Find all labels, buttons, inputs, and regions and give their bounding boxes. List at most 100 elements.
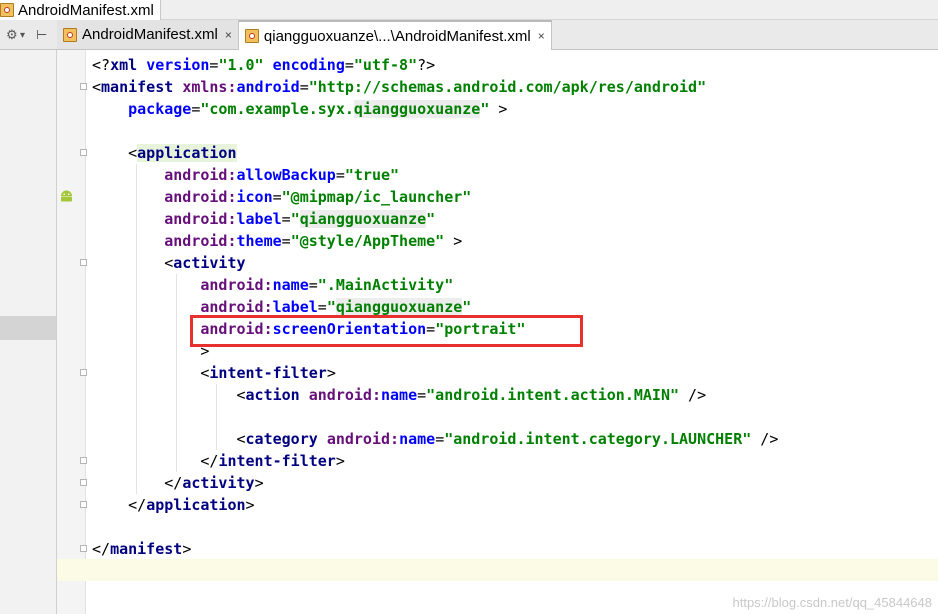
code-token: < (92, 430, 246, 448)
code-token: ".MainActivity" (317, 276, 454, 294)
code-line[interactable]: <manifest xmlns:android="http://schemas.… (92, 76, 706, 98)
code-token: name (399, 430, 436, 448)
xml-file-icon (244, 29, 259, 43)
code-token: android: (164, 210, 237, 228)
code-line[interactable]: android:theme="@style/AppTheme" > (92, 230, 462, 252)
current-line-highlight (57, 559, 938, 581)
side-panel-selected-row[interactable] (0, 316, 56, 340)
code-token: theme (236, 232, 282, 250)
code-line[interactable]: android:label="qiangguoxuanze" (92, 208, 435, 230)
code-token: "@style/AppTheme" (290, 232, 445, 250)
code-token: <? (92, 56, 111, 74)
code-token: " (462, 298, 472, 316)
code-token: xmlns: (182, 78, 237, 96)
code-token: = (281, 232, 291, 250)
code-line[interactable]: android:allowBackup="true" (92, 164, 399, 186)
fold-marker-icon[interactable] (80, 457, 87, 464)
editor-gutter[interactable] (57, 50, 86, 614)
code-token: "com.example.syx. (200, 100, 354, 118)
fold-marker-icon[interactable] (80, 259, 87, 266)
code-token: android: (308, 386, 381, 404)
code-token: > (326, 364, 336, 382)
code-token: = (435, 430, 445, 448)
tab-qiangguoxuanze-android-manifest[interactable]: qiangguoxuanze\...\AndroidManifest.xml × (238, 20, 552, 50)
code-line[interactable]: </intent-filter> (92, 450, 345, 472)
fold-marker-icon[interactable] (80, 545, 87, 552)
code-token: allowBackup (236, 166, 336, 184)
code-token: android (236, 78, 300, 96)
code-token: /> (751, 430, 779, 448)
code-token: manifest (110, 540, 183, 558)
code-token: > (444, 232, 463, 250)
close-icon[interactable]: × (538, 29, 545, 43)
code-token: qiangguoxuanze (335, 298, 463, 316)
code-line[interactable]: <application (92, 142, 237, 164)
code-token: android: (164, 166, 237, 184)
close-icon[interactable]: × (225, 28, 232, 42)
code-token: qiangguoxuanze (353, 100, 481, 118)
code-token: < (92, 364, 210, 382)
code-token: = (299, 78, 309, 96)
watermark: https://blog.csdn.net/qq_45844648 (732, 595, 933, 610)
code-line[interactable]: <category android:name="android.intent.c… (92, 428, 778, 450)
code-line[interactable]: <action android:name="android.intent.act… (92, 384, 706, 406)
fold-marker-icon[interactable] (80, 83, 87, 90)
xml-file-icon (63, 27, 77, 42)
pin-icon[interactable]: ⊢ (36, 24, 47, 46)
code-token: "true" (344, 166, 400, 184)
code-token: < (92, 144, 138, 162)
code-line[interactable]: </application> (92, 494, 254, 516)
code-token: application (137, 144, 237, 162)
code-line[interactable]: </activity> (92, 472, 264, 494)
fold-marker-icon[interactable] (80, 501, 87, 508)
settings-icon[interactable]: ⚙ (6, 24, 18, 46)
code-token: encoding (272, 56, 345, 74)
code-token: label (272, 298, 318, 316)
code-token: < (92, 254, 174, 272)
tab-label: qiangguoxuanze\...\AndroidManifest.xml (263, 27, 531, 45)
project-side-panel[interactable] (0, 50, 57, 614)
code-token: > (254, 474, 264, 492)
code-line[interactable]: package="com.example.syx.qiangguoxuanze"… (92, 98, 507, 120)
code-token: = (317, 298, 327, 316)
tab-android-manifest[interactable]: AndroidManifest.xml × (57, 20, 239, 49)
xml-file-icon (0, 3, 14, 17)
code-token: " (290, 210, 300, 228)
code-token: = (272, 188, 282, 206)
code-token: = (417, 386, 427, 404)
code-token: manifest (101, 78, 183, 96)
navigation-bar: AndroidManifest.xml (0, 0, 938, 20)
dropdown-arrow-icon[interactable]: ▾ (20, 24, 25, 46)
code-token: " (326, 298, 336, 316)
code-token: android: (200, 276, 273, 294)
code-token: qiangguoxuanze (299, 210, 427, 228)
code-token: </ (92, 452, 219, 470)
code-line[interactable]: android:icon="@mipmap/ic_launcher" (92, 186, 471, 208)
code-line[interactable]: <activity (92, 252, 246, 274)
android-icon[interactable] (60, 190, 73, 202)
code-line[interactable]: <?xml version="1.0" encoding="utf-8"?> (92, 54, 435, 76)
code-token: version (146, 56, 210, 74)
fold-marker-icon[interactable] (80, 479, 87, 486)
code-token: activity (173, 254, 246, 272)
code-line[interactable]: <intent-filter> (92, 362, 336, 384)
code-token: android: (164, 188, 237, 206)
fold-marker-icon[interactable] (80, 149, 87, 156)
code-line[interactable]: </manifest> (92, 538, 191, 560)
code-token: > (182, 540, 192, 558)
code-line[interactable]: android:name=".MainActivity" (92, 274, 453, 296)
code-token: icon (236, 188, 273, 206)
code-token: "utf-8" (353, 56, 418, 74)
editor-tab-bar: ⚙ ▾ ⊢ AndroidManifest.xml × qiangguoxuan… (0, 20, 938, 50)
code-token: < (92, 386, 246, 404)
breadcrumb[interactable]: AndroidManifest.xml (0, 0, 161, 20)
code-token: intent-filter (209, 364, 327, 382)
fold-marker-icon[interactable] (80, 369, 87, 376)
code-token: "@mipmap/ic_launcher" (281, 188, 472, 206)
